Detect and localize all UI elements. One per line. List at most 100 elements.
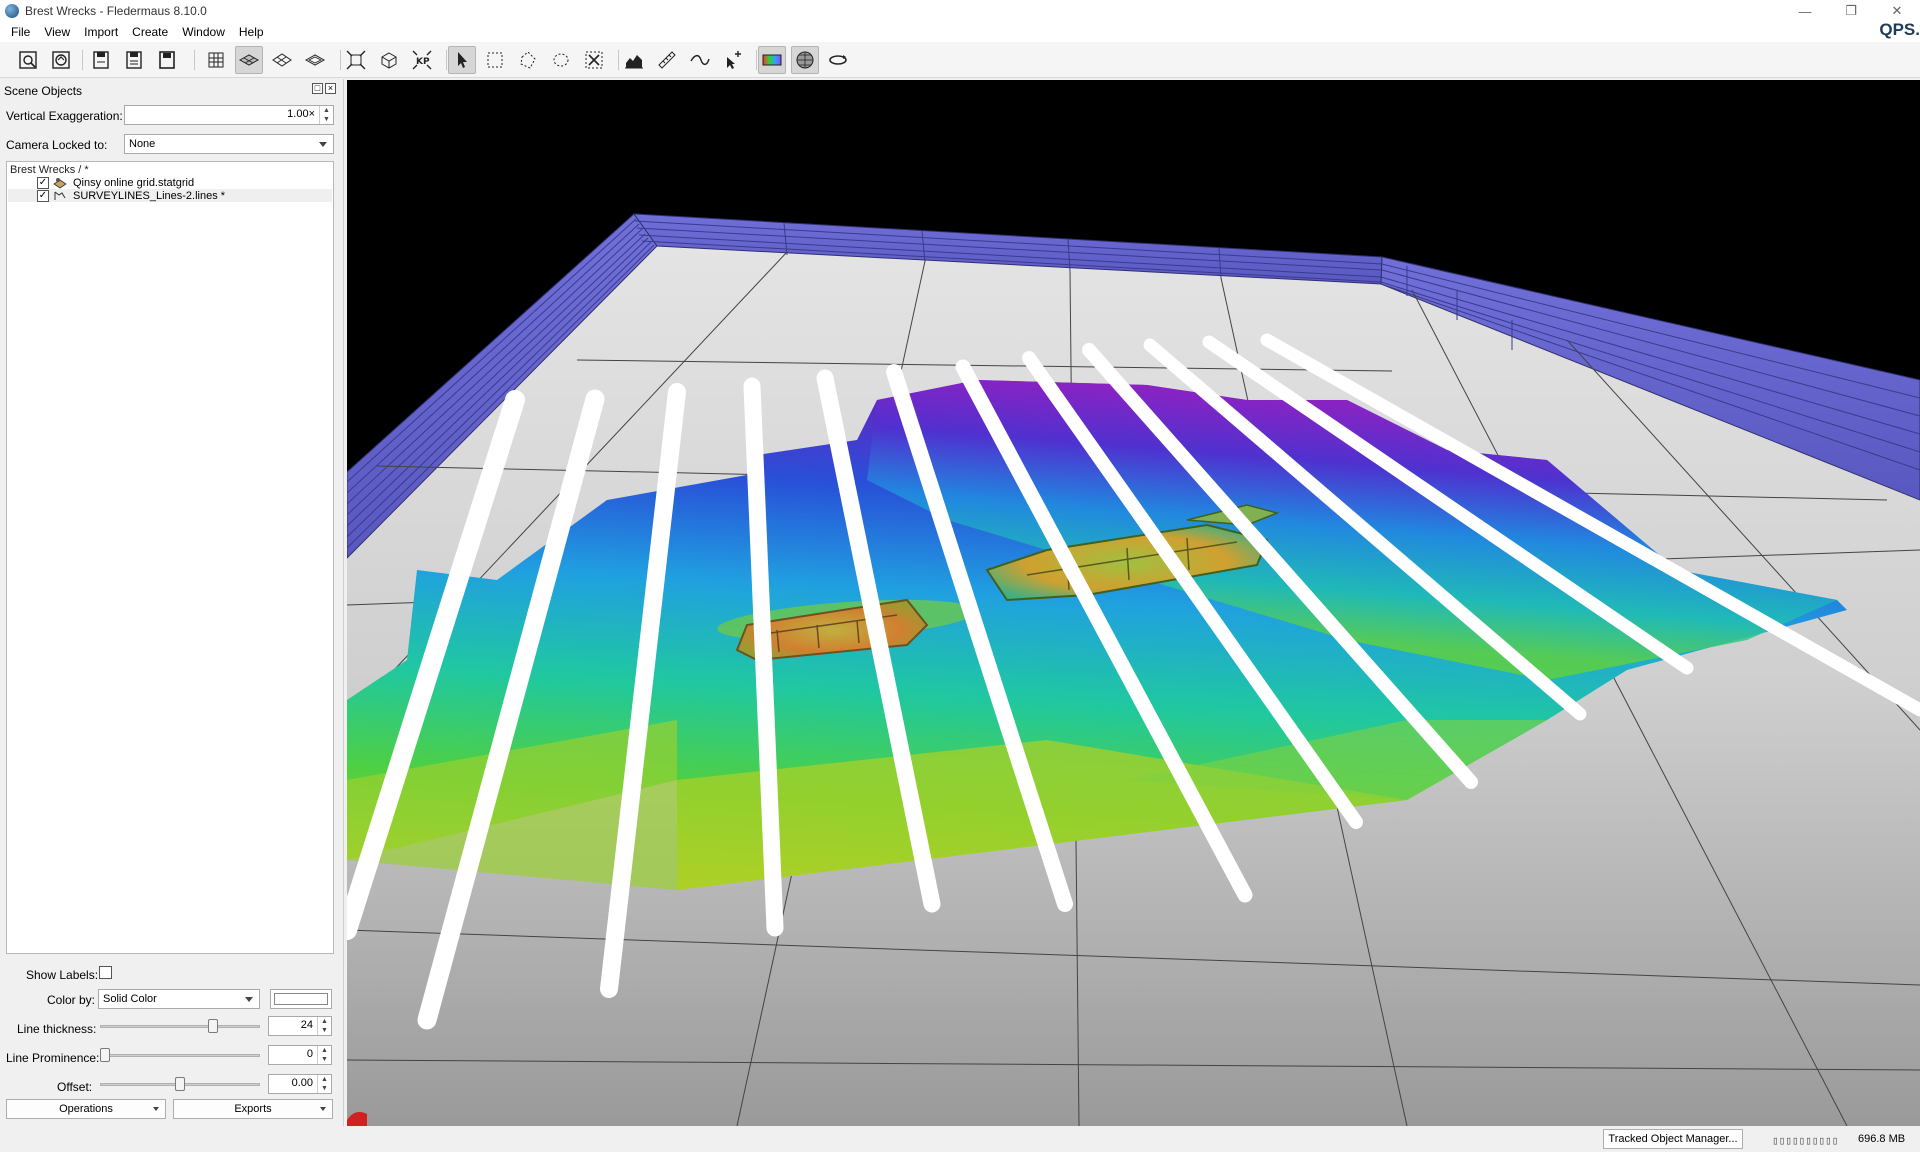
polygon-select-icon[interactable] [514,46,542,74]
operations-button[interactable]: Operations [6,1099,166,1119]
slider-handle[interactable] [175,1077,185,1091]
kp-icon[interactable]: KP [408,46,436,74]
camera-locked-label: Camera Locked to: [6,138,108,152]
pointer-icon[interactable] [448,46,476,74]
window-title: Brest Wrecks - Fledermaus 8.10.0 [25,4,207,18]
colormap-icon[interactable] [758,46,786,74]
close-icon[interactable]: ✕ [1874,0,1920,22]
tree-item-lines[interactable]: ✓ SURVEYLINES_Lines-2.lines * [8,189,332,202]
offset-slider[interactable] [100,1074,260,1094]
grid-object-icon [53,177,67,188]
spin-arrows-icon[interactable]: ▲ ▼ [317,1046,331,1064]
show-labels-label: Show Labels: [26,968,99,982]
tree-item-grid[interactable]: ✓ Qinsy online grid.statgrid [8,176,332,189]
camera-locked-value: None [129,138,156,150]
line-prominence-value: 0 [306,1048,313,1060]
chevron-down-icon [320,1107,326,1111]
rotate-icon[interactable] [824,46,852,74]
line-prominence-spinbox[interactable]: 0 ▲ ▼ [268,1045,332,1065]
offset-value: 0.00 [291,1077,313,1089]
menu-help[interactable]: Help [232,25,271,39]
surface-icon[interactable] [235,46,263,74]
menu-view[interactable]: View [37,25,77,39]
title-bar: Brest Wrecks - Fledermaus 8.10.0 — ❐ ✕ [0,0,1920,22]
exports-label: Exports [234,1103,272,1115]
slider-handle[interactable] [100,1048,110,1062]
grid-icon[interactable] [202,46,230,74]
open-scene-icon[interactable] [14,46,42,74]
show-labels-checkbox[interactable] [99,966,112,979]
scene-tree[interactable]: Brest Wrecks / * ✓ Qinsy online grid.sta… [6,161,334,954]
clear-select-icon[interactable] [580,46,608,74]
line-thickness-label: Line thickness: [17,1022,97,1036]
color-by-label: Color by: [47,993,96,1007]
shading-icon[interactable] [791,46,819,74]
color-swatch [274,993,328,1005]
app-icon [5,4,19,18]
close-panel-icon[interactable]: × [325,83,336,94]
float-panel-icon[interactable]: □ [312,83,323,94]
contour-icon[interactable] [301,46,329,74]
menu-import[interactable]: Import [77,25,125,39]
tree-root[interactable]: Brest Wrecks / * [10,164,89,176]
status-progress: ▯▯▯▯▯▯▯▯▯▯ [1772,1134,1839,1147]
svg-text:KP: KP [416,57,430,67]
offset-spinbox[interactable]: 0.00 ▲ ▼ [268,1074,332,1094]
line-prominence-slider[interactable] [100,1045,260,1065]
exports-button[interactable]: Exports [173,1099,333,1119]
box-view-icon[interactable] [375,46,403,74]
rect-select-icon[interactable] [481,46,509,74]
tracked-object-manager-button[interactable]: Tracked Object Manager... [1603,1129,1743,1149]
visibility-checkbox[interactable]: ✓ [37,189,49,202]
line-prominence-label: Line Prominence: [6,1051,100,1065]
vertical-exaggeration-spinbox[interactable]: 1.00× ▲ ▼ [124,105,334,125]
color-swatch-button[interactable] [270,989,332,1009]
color-by-select[interactable]: Solid Color [98,989,260,1009]
spin-arrows-icon[interactable]: ▲ ▼ [317,1075,331,1093]
panel-title: Scene Objects [4,84,83,98]
line-thickness-slider[interactable] [100,1016,260,1036]
vertical-exaggeration-label: Vertical Exaggeration: [6,109,123,123]
brand-logo: QPS. [1879,20,1920,39]
chevron-down-icon [319,142,327,147]
toolbar: KP [0,42,1920,78]
spin-arrows-icon[interactable]: ▲ ▼ [319,106,333,124]
operations-label: Operations [59,1103,113,1115]
open-data-icon[interactable] [47,46,75,74]
menu-window[interactable]: Window [175,25,232,39]
measure-icon[interactable] [653,46,681,74]
status-bar: Tracked Object Manager... ▯▯▯▯▯▯▯▯▯▯ 696… [0,1126,1920,1152]
menu-file[interactable]: File [4,25,37,39]
profile-icon[interactable] [620,46,648,74]
save-icon[interactable] [153,46,181,74]
camera-locked-select[interactable]: None [124,134,334,154]
chevron-down-icon [245,997,253,1002]
slider-handle[interactable] [208,1019,218,1033]
visibility-checkbox[interactable]: ✓ [37,176,49,189]
memory-usage: 696.8 MB [1858,1133,1906,1145]
color-by-value: Solid Color [103,993,157,1005]
line-icon[interactable] [686,46,714,74]
minimize-icon[interactable]: — [1782,0,1828,22]
vertical-exaggeration-value: 1.00× [287,108,315,120]
menu-create[interactable]: Create [125,25,175,39]
add-point-icon[interactable] [719,46,747,74]
wireframe-icon[interactable] [268,46,296,74]
3d-viewport[interactable] [347,80,1920,1126]
lines-object-icon [54,191,66,200]
scene-objects-panel: Scene Objects □ × Vertical Exaggeration:… [0,79,344,1126]
chevron-down-icon [153,1107,159,1111]
restore-icon[interactable]: ❐ [1828,0,1874,22]
scene-render[interactable] [347,80,1920,1126]
tree-item-label: Qinsy online grid.statgrid [73,176,195,189]
line-thickness-value: 24 [300,1019,313,1031]
lasso-select-icon[interactable] [547,46,575,74]
fit-view-icon[interactable] [342,46,370,74]
line-thickness-spinbox[interactable]: 24 ▲ ▼ [268,1016,332,1036]
menu-bar: File View Import Create Window Help QPS. [0,20,1920,42]
save-as-icon[interactable] [120,46,148,74]
offset-label: Offset: [57,1080,93,1094]
tree-item-label: SURVEYLINES_Lines-2.lines * [73,189,226,202]
save-scene-icon[interactable] [87,46,115,74]
spin-arrows-icon[interactable]: ▲ ▼ [317,1017,331,1035]
